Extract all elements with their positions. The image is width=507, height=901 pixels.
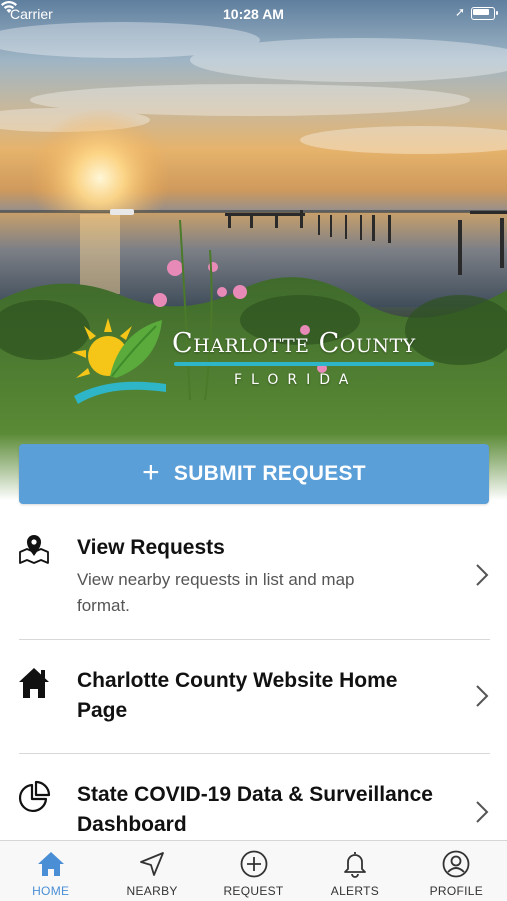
tab-label: HOME [32, 884, 70, 898]
tab-nearby[interactable]: NEARBY [101, 841, 202, 901]
tab-alerts[interactable]: ALERTS [304, 841, 405, 901]
hero-landscape-image [0, 22, 507, 500]
plus-icon: + [142, 456, 160, 489]
submit-request-label: SUBMIT REQUEST [173, 462, 366, 485]
tab-label: ALERTS [330, 884, 380, 898]
sun-leaf-logo-icon [72, 318, 166, 404]
menu-item-view-requests[interactable]: View Requests View nearby requests in li… [0, 512, 507, 640]
bell-icon [344, 852, 366, 878]
hero-banner: Carrier 10:28 AM ➚ Charlotte County FLOR… [0, 0, 507, 500]
logo-state-name: FLORIDA [234, 372, 358, 388]
menu-item-title: Charlotte County Website Home Page [77, 669, 398, 722]
tab-label: NEARBY [126, 884, 178, 898]
map-pin-icon [19, 535, 49, 564]
tab-label: REQUEST [223, 884, 284, 898]
chevron-right-icon [476, 685, 489, 707]
menu-item-title: View Requests [77, 536, 225, 559]
plus-circle-icon [240, 850, 267, 878]
tab-request[interactable]: REQUEST [203, 841, 304, 901]
tab-home[interactable]: HOME [0, 841, 101, 901]
logo-underline [174, 362, 434, 366]
chevron-right-icon [476, 801, 489, 823]
tab-label: PROFILE [429, 884, 484, 898]
status-bar: Carrier 10:28 AM ➚ [0, 0, 507, 28]
charlotte-county-logo: Charlotte County FLORIDA [70, 312, 440, 408]
menu-item-county-website[interactable]: Charlotte County Website Home Page [0, 640, 507, 754]
menu-item-title: State COVID-19 Data & Surveillance Dashb… [77, 783, 433, 836]
navigation-arrow-icon [140, 852, 165, 876]
chevron-right-icon [476, 564, 489, 586]
status-time: 10:28 AM [223, 6, 284, 22]
submit-request-button[interactable]: + SUBMIT REQUEST [19, 444, 489, 504]
tab-profile[interactable]: PROFILE [406, 841, 507, 901]
home-icon [19, 668, 49, 698]
user-circle-icon [442, 850, 470, 878]
tab-bar: HOME NEARBY REQUEST ALERTS PROFILE [0, 840, 507, 901]
battery-icon [471, 7, 498, 20]
location-arrow-icon: ➚ [454, 5, 465, 19]
menu-item-subtitle: View nearby requests in list and map for… [77, 570, 355, 615]
logo-county-name: Charlotte County [172, 328, 416, 359]
menu-list: View Requests View nearby requests in li… [0, 512, 507, 868]
home-icon [37, 852, 64, 876]
pie-chart-icon [19, 780, 51, 812]
